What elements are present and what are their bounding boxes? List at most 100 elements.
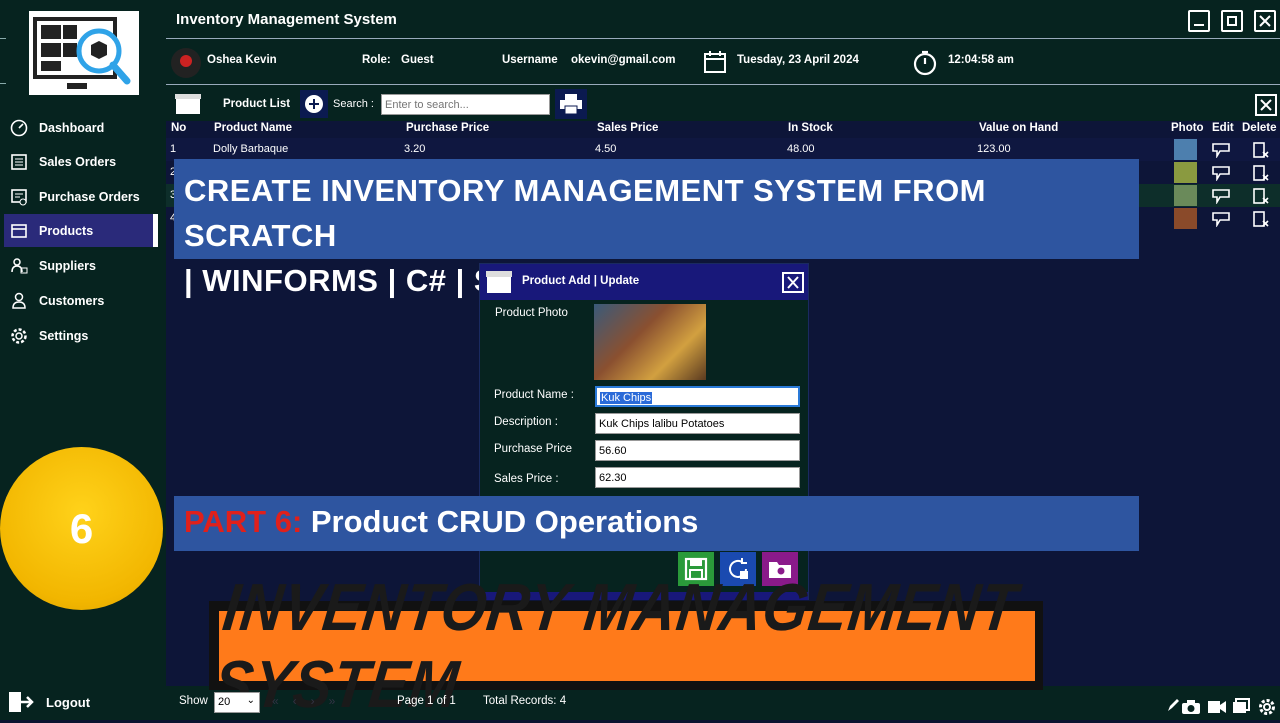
logout-button[interactable]: Logout — [8, 690, 90, 714]
pagination-arrows[interactable]: «‹›» — [272, 694, 349, 708]
purchase-price-label: Purchase Price — [494, 443, 572, 455]
product-name-cell: Dolly Barbaque — [213, 143, 289, 155]
role-label: Role: — [362, 54, 391, 66]
total-records: Total Records: 4 — [483, 695, 567, 707]
product-photo-thumbnail — [1174, 208, 1197, 229]
product-name-value: Kuk Chips — [600, 392, 653, 404]
minimize-icon[interactable] — [1188, 10, 1210, 32]
part-prefix: PART 6: — [184, 504, 303, 539]
column-header: Value on Hand — [979, 122, 1059, 134]
edit-icon[interactable] — [1211, 142, 1231, 163]
stopwatch-icon — [913, 50, 937, 81]
pen-icon[interactable] — [1166, 697, 1180, 718]
time-display: 12:04:58 am — [948, 54, 1014, 66]
purchase-price-cell: 3.20 — [404, 143, 426, 155]
product-photo[interactable] — [594, 304, 706, 380]
customers-icon — [9, 291, 29, 311]
window-icon[interactable] — [1232, 698, 1250, 719]
sidebar-item-customers[interactable]: Customers — [4, 284, 158, 317]
role-value: Guest — [401, 54, 434, 66]
close-icon[interactable] — [1254, 10, 1276, 32]
sidebar-item-dashboard[interactable]: Dashboard — [4, 111, 158, 144]
column-header: Sales Price — [597, 122, 659, 134]
print-button[interactable] — [555, 89, 587, 119]
search-label: Search : — [333, 98, 374, 110]
product-name-label: Product Name : — [494, 389, 574, 401]
close-list-icon[interactable] — [1255, 94, 1277, 116]
delete-icon[interactable] — [1252, 187, 1270, 210]
gear-icon[interactable] — [1258, 698, 1276, 721]
show-label: Show — [179, 695, 208, 707]
purchase-price-field[interactable]: 56.60 — [595, 440, 800, 461]
column-header: Purchase Price — [406, 122, 490, 134]
purchase-orders-icon — [9, 187, 29, 207]
sidebar-item-sales-orders[interactable]: Sales Orders — [4, 145, 158, 178]
episode-number: 6 — [69, 504, 94, 552]
page-size-select[interactable]: 20 ⌄ — [214, 692, 260, 713]
delete-icon[interactable] — [1252, 141, 1270, 164]
product-list-title: Product List — [223, 98, 291, 110]
headline: INVENTORY MANAGEMENT SYSTEM — [210, 570, 1035, 722]
sidebar-item-label: Dashboard — [39, 120, 105, 135]
part-banner: PART 6: Product CRUD Operations — [174, 496, 1139, 551]
sales-price-field[interactable]: 62.30 — [595, 467, 800, 488]
sales-price-label: Sales Price : — [494, 473, 559, 485]
sidebar-item-suppliers[interactable]: Suppliers — [4, 249, 158, 282]
products-icon — [9, 221, 29, 241]
in-stock-cell: 48.00 — [787, 143, 815, 155]
edit-icon[interactable] — [1211, 165, 1231, 186]
username-value: okevin@gmail.com — [571, 54, 676, 66]
sidebar-divider — [0, 38, 6, 39]
page-info: Page 1 of 1 — [397, 695, 456, 707]
column-header: Delete — [1242, 122, 1277, 134]
column-header: Photo — [1171, 122, 1204, 134]
date-display: Tuesday, 23 April 2024 — [737, 54, 859, 66]
divider — [166, 38, 1280, 39]
delete-icon[interactable] — [1252, 210, 1270, 233]
plus-icon — [304, 94, 324, 114]
product-box-icon — [174, 92, 202, 121]
sales-orders-icon — [9, 152, 29, 172]
app-title: Inventory Management System — [176, 11, 397, 28]
dialog-title: Product Add | Update — [522, 275, 640, 287]
page-size-value: 20 — [218, 696, 231, 708]
column-header: Product Name — [214, 122, 292, 134]
product-photo-thumbnail — [1174, 139, 1197, 160]
row-number: 1 — [170, 143, 177, 155]
dialog-close-icon[interactable] — [782, 272, 804, 293]
sidebar-item-label: Customers — [39, 293, 105, 308]
table-row[interactable] — [166, 138, 1280, 161]
user-name: Oshea Kevin — [207, 54, 277, 66]
edit-icon[interactable] — [1211, 211, 1231, 232]
video-icon[interactable] — [1207, 700, 1227, 719]
title-banner: CREATE INVENTORY MANAGEMENT SYSTEM FROM … — [174, 159, 1139, 298]
sidebar — [0, 0, 166, 720]
sidebar-item-label: Products — [39, 223, 94, 238]
sidebar-item-settings[interactable]: Settings — [4, 319, 158, 352]
calendar-icon — [704, 50, 726, 79]
sidebar-item-products[interactable]: Products — [4, 214, 158, 247]
sidebar-item-label: Suppliers — [39, 258, 96, 273]
search-input[interactable] — [381, 94, 550, 115]
dashboard-icon — [9, 118, 29, 138]
value-on-hand-cell: 123.00 — [977, 143, 1011, 155]
suppliers-icon — [9, 256, 29, 276]
maximize-icon[interactable] — [1221, 10, 1243, 32]
username-label: Username — [502, 54, 558, 66]
chevron-down-icon: ⌄ — [246, 695, 255, 706]
edit-icon[interactable] — [1211, 188, 1231, 209]
description-field[interactable]: Kuk Chips lalibu Potatoes — [595, 413, 800, 434]
avatar — [171, 48, 201, 78]
sales-price-cell: 4.50 — [595, 143, 617, 155]
delete-icon[interactable] — [1252, 164, 1270, 187]
sidebar-item-label: Sales Orders — [39, 154, 117, 169]
product-box-icon — [485, 269, 513, 295]
sidebar-item-purchase-orders[interactable]: Purchase Orders — [4, 180, 158, 213]
logout-label: Logout — [46, 694, 91, 710]
part-title: Product CRUD Operations — [302, 504, 699, 539]
logout-icon — [8, 690, 34, 714]
product-name-field[interactable]: Kuk Chips — [595, 386, 800, 407]
camera-icon[interactable] — [1181, 699, 1201, 720]
add-product-button[interactable] — [300, 90, 328, 118]
sidebar-item-label: Settings — [39, 328, 89, 343]
